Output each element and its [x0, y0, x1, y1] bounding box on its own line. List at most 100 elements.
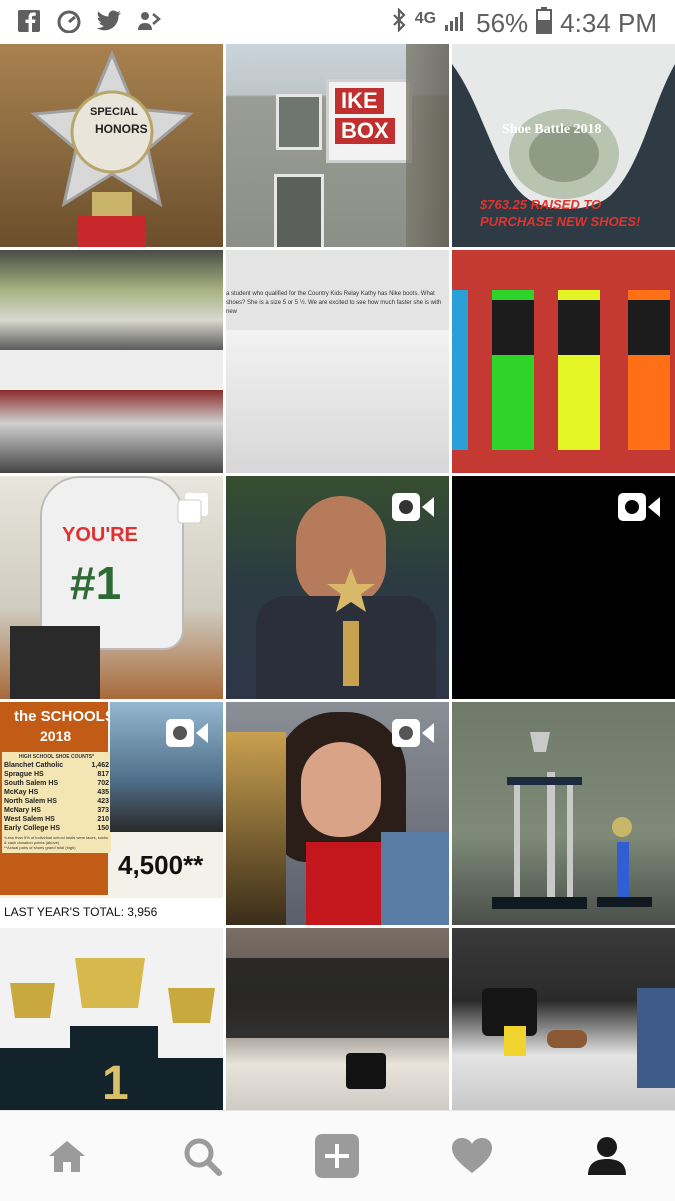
- post-girl-trophy-video[interactable]: [226, 702, 449, 925]
- counts-row: West Salem HS 210: [4, 815, 109, 824]
- post-letter-note[interactable]: a student who qualified for the Country …: [226, 250, 449, 473]
- bottom-nav: [0, 1110, 675, 1201]
- home-icon: [49, 1141, 85, 1172]
- building-door: [274, 174, 324, 247]
- post-black-video[interactable]: [452, 476, 675, 699]
- balloon-shadow: [10, 626, 100, 699]
- school-count: 1,462: [91, 762, 109, 769]
- counts-footnote: *Less than 5% of individual school total…: [4, 835, 109, 845]
- star-trophy-icon: [327, 568, 375, 686]
- lace-tag-green: [492, 300, 534, 355]
- share-people-icon: [136, 8, 162, 34]
- yellow-bottle: [504, 1026, 526, 1056]
- trophy-base: [226, 732, 286, 925]
- post-student-trophy-video[interactable]: [226, 476, 449, 699]
- counts-row: McKay HS 435: [4, 788, 109, 797]
- counts-row: North Salem HS 423: [4, 797, 109, 806]
- post-volunteers-table[interactable]: [452, 928, 675, 1110]
- star-trophy-icon: [30, 50, 194, 247]
- bluetooth-icon: [391, 7, 407, 39]
- twitter-icon: [96, 8, 122, 34]
- speedometer-icon: [56, 8, 82, 34]
- school-name: Early College HS: [4, 825, 61, 832]
- video-icon: [165, 718, 209, 748]
- denim-jacket: [381, 832, 449, 925]
- tall-trophy-icon: [492, 732, 652, 909]
- video-icon: [391, 718, 435, 748]
- heart-icon: [452, 1138, 492, 1173]
- clock-time: 4:34 PM: [560, 8, 657, 38]
- school-count: 435: [97, 789, 109, 796]
- battery-icon: [536, 6, 553, 41]
- network-4g-label: 4G: [414, 9, 437, 27]
- balloon-youre: YOU'RE: [62, 524, 138, 546]
- school-name: West Salem HS: [4, 816, 55, 823]
- add-icon: [315, 1134, 359, 1178]
- counts-rows: Blanchet Catholic 1,462 Sprague HS 817 South…: [4, 761, 109, 833]
- building-windows: [276, 94, 322, 150]
- profile-button[interactable]: [582, 1131, 632, 1181]
- shoe-battle-title: Shoe Battle 2018: [502, 122, 602, 137]
- schools-title: the SCHOOLS: [14, 708, 115, 725]
- trophy-label-honors: HONORS: [95, 122, 148, 136]
- search-button[interactable]: [177, 1131, 227, 1181]
- bucket: [346, 1053, 386, 1089]
- counts-row: South Salem HS 702: [4, 779, 109, 788]
- school-name: McKay HS: [4, 789, 39, 796]
- total-count: 4,500**: [118, 850, 204, 880]
- activity-button[interactable]: [447, 1131, 497, 1181]
- counts-row: Early College HS 150: [4, 824, 109, 833]
- school-name: North Salem HS: [4, 798, 57, 805]
- status-bar: 4G 56% 4:34 PM: [0, 0, 675, 44]
- shelf-bottom: [0, 390, 223, 473]
- sign-text-ike: IKE: [335, 88, 384, 114]
- counts-table: HIGH SCHOOL SHOE COUNTS* Blanchet Cathol…: [2, 752, 111, 853]
- post-youre-number-one-balloon[interactable]: YOU'RE #1: [0, 476, 223, 699]
- post-trophy-special-honors[interactable]: SPECIAL HONORS: [0, 44, 223, 247]
- battery-percent: 56%: [476, 8, 529, 38]
- counts-row: Sprague HS 817: [4, 770, 109, 779]
- counts-row: McNary HS 373: [4, 806, 109, 815]
- search-icon: [184, 1138, 222, 1176]
- post-shoe-shelves[interactable]: [0, 250, 223, 473]
- lace-tag-orange: [628, 300, 670, 355]
- blue-jacket: [637, 988, 675, 1088]
- post-trophies-on-ground[interactable]: [452, 702, 675, 925]
- tree: [406, 44, 449, 247]
- post-shoe-cleaning-room[interactable]: [226, 928, 449, 1110]
- lace-tag-yellow: [558, 300, 600, 355]
- last-year-total: LAST YEAR'S TOTAL: 3,956: [4, 905, 158, 919]
- people-group: [226, 958, 449, 1038]
- post-ike-box-building[interactable]: IKE BOX: [226, 44, 449, 247]
- new-post-button[interactable]: [312, 1131, 362, 1181]
- video-icon: [391, 492, 435, 522]
- shelf-top: [0, 250, 223, 350]
- shelf-board: [0, 350, 223, 390]
- school-name: McNary HS: [4, 807, 41, 814]
- counts-table-header: HIGH SCHOOL SHOE COUNTS*: [18, 754, 95, 760]
- signal-icon: [444, 8, 468, 39]
- balloon-number-one: #1: [70, 557, 122, 609]
- school-count: 373: [97, 807, 109, 814]
- profile-icon: [588, 1137, 626, 1175]
- schools-year: 2018: [40, 728, 72, 744]
- letter-text: a student who qualified for the Country …: [226, 291, 442, 315]
- post-school-shoe-counts-video[interactable]: the SCHOOLS 2018 HIGH SCHOOL SHOE COUNTS…: [0, 702, 223, 925]
- school-count: 210: [97, 816, 109, 823]
- school-count: 702: [97, 780, 109, 787]
- home-button[interactable]: [42, 1131, 92, 1181]
- video-icon: [617, 492, 661, 522]
- counts-footnote-2: **Actual pairs of shoes grand total (hig…: [4, 845, 76, 850]
- post-shoe-battle-money[interactable]: Shoe Battle 2018 $763.25 RAISED TO PURCH…: [452, 44, 675, 247]
- post-podium-cups[interactable]: 1: [0, 928, 223, 1110]
- post-shoelaces[interactable]: [452, 250, 675, 473]
- school-name: Blanchet Catholic: [4, 762, 64, 769]
- school-name: South Salem HS: [4, 780, 59, 787]
- sign-text-box: BOX: [335, 118, 395, 144]
- counts-row: Blanchet Catholic 1,462: [4, 761, 109, 770]
- shoe-battle-raised: $763.25 RAISED TO PURCHASE NEW SHOES!: [480, 197, 641, 229]
- photo-grid: SPECIAL HONORS IKE BOX Shoe Battle 2018 …: [0, 44, 675, 1110]
- podium-number: 1: [102, 1057, 129, 1110]
- facebook-icon: [16, 8, 42, 34]
- trophy-label-special: SPECIAL: [90, 106, 138, 118]
